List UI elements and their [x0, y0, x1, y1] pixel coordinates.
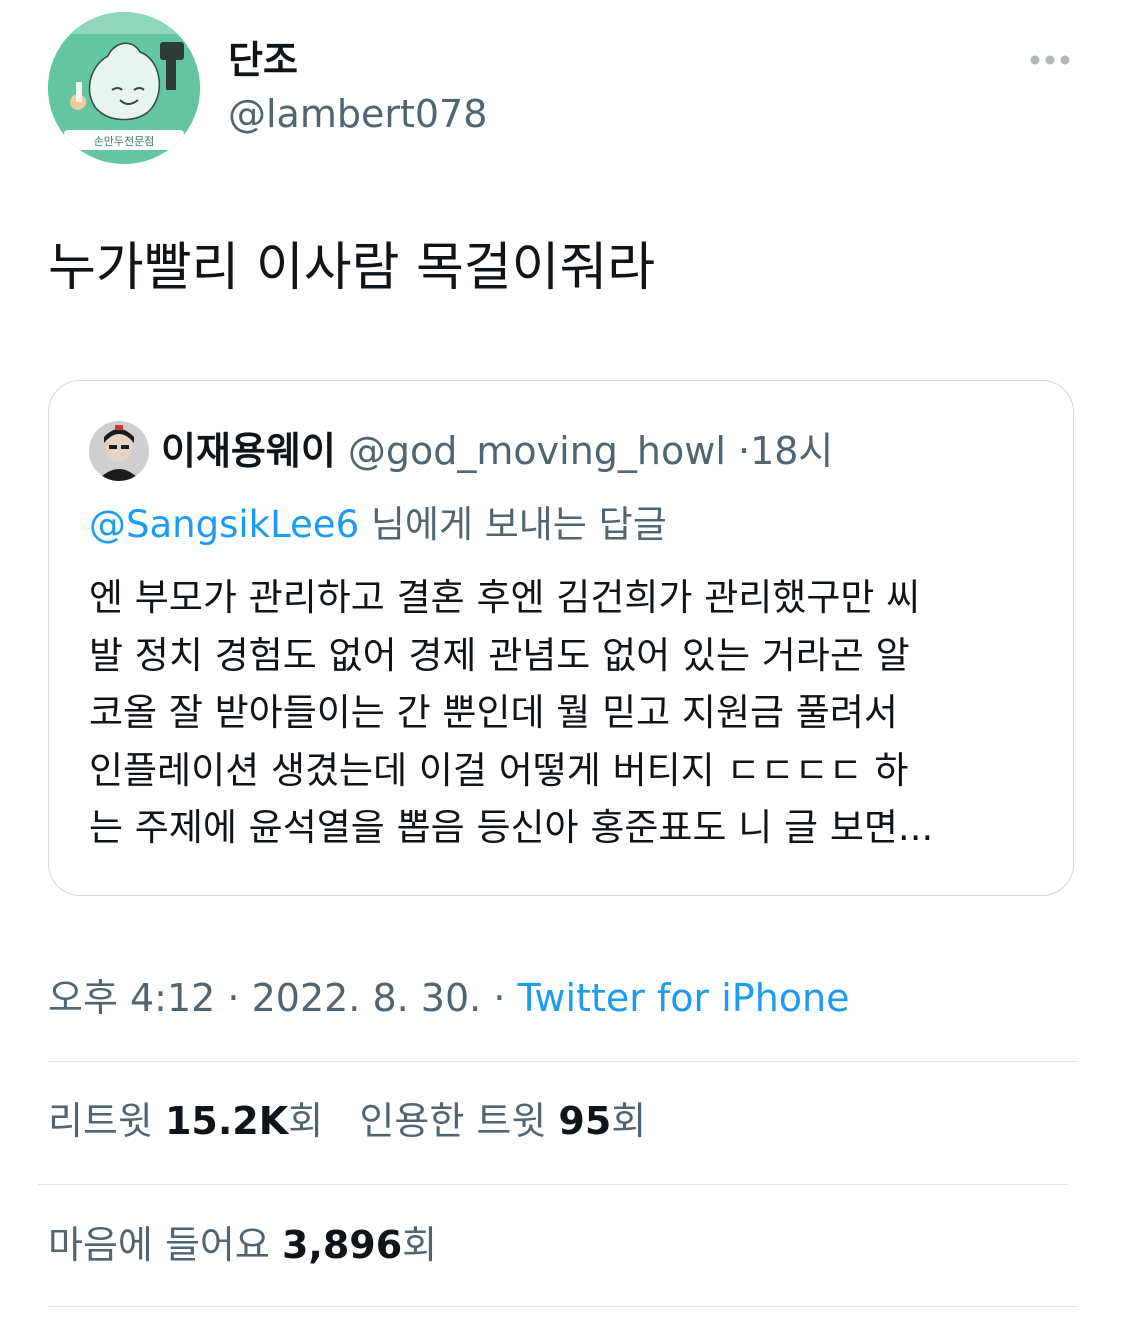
- reply-suffix: 님에게 보내는 답글: [359, 503, 667, 546]
- likes-stat[interactable]: 마음에 들어요 3,896회: [48, 1223, 437, 1267]
- tweet-text: 누가빨리 이사람 목걸이줘라: [48, 238, 656, 298]
- quoted-text-line: 는 주제에 윤석열을 뽑음 등신아 홍준표도 니 글 보면...: [89, 806, 934, 849]
- quoted-author-name[interactable]: 이재용웨이: [161, 429, 336, 473]
- quote-tweets-suffix: 회: [611, 1099, 647, 1143]
- tweet-source-link[interactable]: Twitter for iPhone: [517, 976, 849, 1020]
- reply-mention-link[interactable]: @SangsikLee6: [89, 503, 359, 546]
- quoted-header: 이재용웨이 @god_moving_howl ·18시: [161, 425, 833, 477]
- meta-separator: ·: [737, 429, 751, 473]
- author-display-name[interactable]: 단조: [228, 36, 298, 84]
- divider: [38, 1184, 1068, 1185]
- tweet-time[interactable]: 오후 4:12: [48, 976, 215, 1020]
- likes-count: 3,896: [281, 1223, 403, 1267]
- retweets-suffix: 회: [288, 1099, 324, 1143]
- dumpling-mascot-icon: 손만두전문점: [48, 12, 200, 164]
- author-avatar[interactable]: 손만두전문점: [48, 12, 200, 164]
- quoted-tweet-text: 엔 부모가 관리하고 결혼 후엔 김건희가 관리했구만 씨 발 정치 경험도 없…: [89, 569, 1049, 857]
- portrait-icon: [89, 421, 149, 481]
- quoted-text-line: 인플레이션 생겼는데 이걸 어떻게 버티지 ㄷㄷㄷㄷ 하: [89, 748, 909, 792]
- quoted-author-avatar: [89, 421, 149, 481]
- quote-tweets-label: 인용한 트윗: [359, 1099, 547, 1143]
- tweet-timestamp: 오후 4:12 · 2022. 8. 30. · Twitter for iPh…: [48, 976, 850, 1020]
- quoted-text-line: 엔 부모가 관리하고 결혼 후엔 김건희가 관리했구만 씨: [89, 576, 921, 619]
- retweets-count: 15.2K: [164, 1099, 289, 1143]
- divider: [48, 1061, 1078, 1062]
- avatar-sign-text: 손만두전문점: [94, 135, 155, 148]
- likes-label: 마음에 들어요: [48, 1223, 270, 1267]
- quote-tweets-stat[interactable]: 인용한 트윗 95회: [359, 1099, 646, 1143]
- quote-tweets-count: 95: [558, 1099, 612, 1143]
- retweets-stat[interactable]: 리트윗 15.2K회: [48, 1099, 323, 1143]
- likes-suffix: 회: [402, 1223, 438, 1267]
- quoted-text-line: 발 정치 경험도 없어 경제 관념도 없어 있는 거라곤 알: [89, 633, 910, 677]
- quoted-time[interactable]: 18시: [750, 429, 833, 473]
- reply-context: @SangsikLee6 님에게 보내는 답글: [89, 499, 667, 551]
- more-horizontal-icon: [1030, 55, 1070, 65]
- author-handle[interactable]: @lambert078: [228, 90, 487, 138]
- likes-stats-row: 마음에 들어요 3,896회: [48, 1219, 437, 1271]
- more-button[interactable]: [1020, 40, 1080, 80]
- retweets-label: 리트윗: [48, 1099, 153, 1143]
- quoted-text-line: 코올 잘 받아들이는 간 뿐인데 뭘 믿고 지원금 풀려서: [89, 691, 898, 734]
- quoted-tweet-card[interactable]: 이재용웨이 @god_moving_howl ·18시 @SangsikLee6…: [48, 380, 1074, 896]
- retweet-stats-row: 리트윗 15.2K회 인용한 트윗 95회: [48, 1095, 646, 1147]
- divider: [48, 1306, 1078, 1307]
- tweet-date[interactable]: 2022. 8. 30.: [252, 976, 482, 1020]
- quoted-author-handle[interactable]: @god_moving_howl: [348, 429, 726, 473]
